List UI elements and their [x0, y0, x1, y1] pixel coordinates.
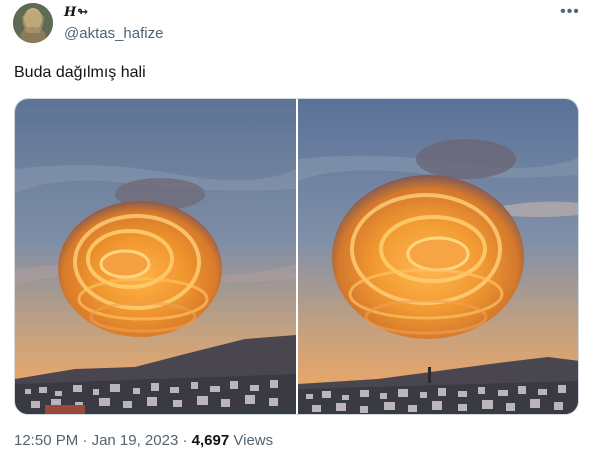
lenticular-cloud-image	[298, 99, 578, 414]
display-name[interactable]: H↬	[64, 5, 89, 20]
tweet-date[interactable]: Jan 19, 2023	[92, 432, 179, 449]
views-label: Views	[233, 432, 274, 449]
avatar[interactable]	[13, 3, 53, 43]
separator: ·	[182, 432, 188, 449]
media-grid	[14, 98, 579, 415]
tweet-text: Buda dağılmış hali	[14, 64, 146, 81]
tweet-photo[interactable]	[15, 99, 296, 414]
more-options-button[interactable]: •••	[558, 3, 582, 21]
more-horizontal-icon: •••	[560, 3, 580, 20]
views-count: 4,697	[191, 432, 230, 449]
tweet-time[interactable]: 12:50 PM	[14, 432, 78, 449]
avatar-image	[13, 3, 53, 43]
user-handle[interactable]: @aktas_hafize	[64, 25, 163, 42]
tweet-metadata: 12:50 PM · Jan 19, 2023 · 4,697 Views	[14, 432, 273, 449]
tweet-photo[interactable]	[298, 99, 578, 414]
lenticular-cloud-image	[15, 99, 296, 414]
separator: ·	[82, 432, 88, 449]
